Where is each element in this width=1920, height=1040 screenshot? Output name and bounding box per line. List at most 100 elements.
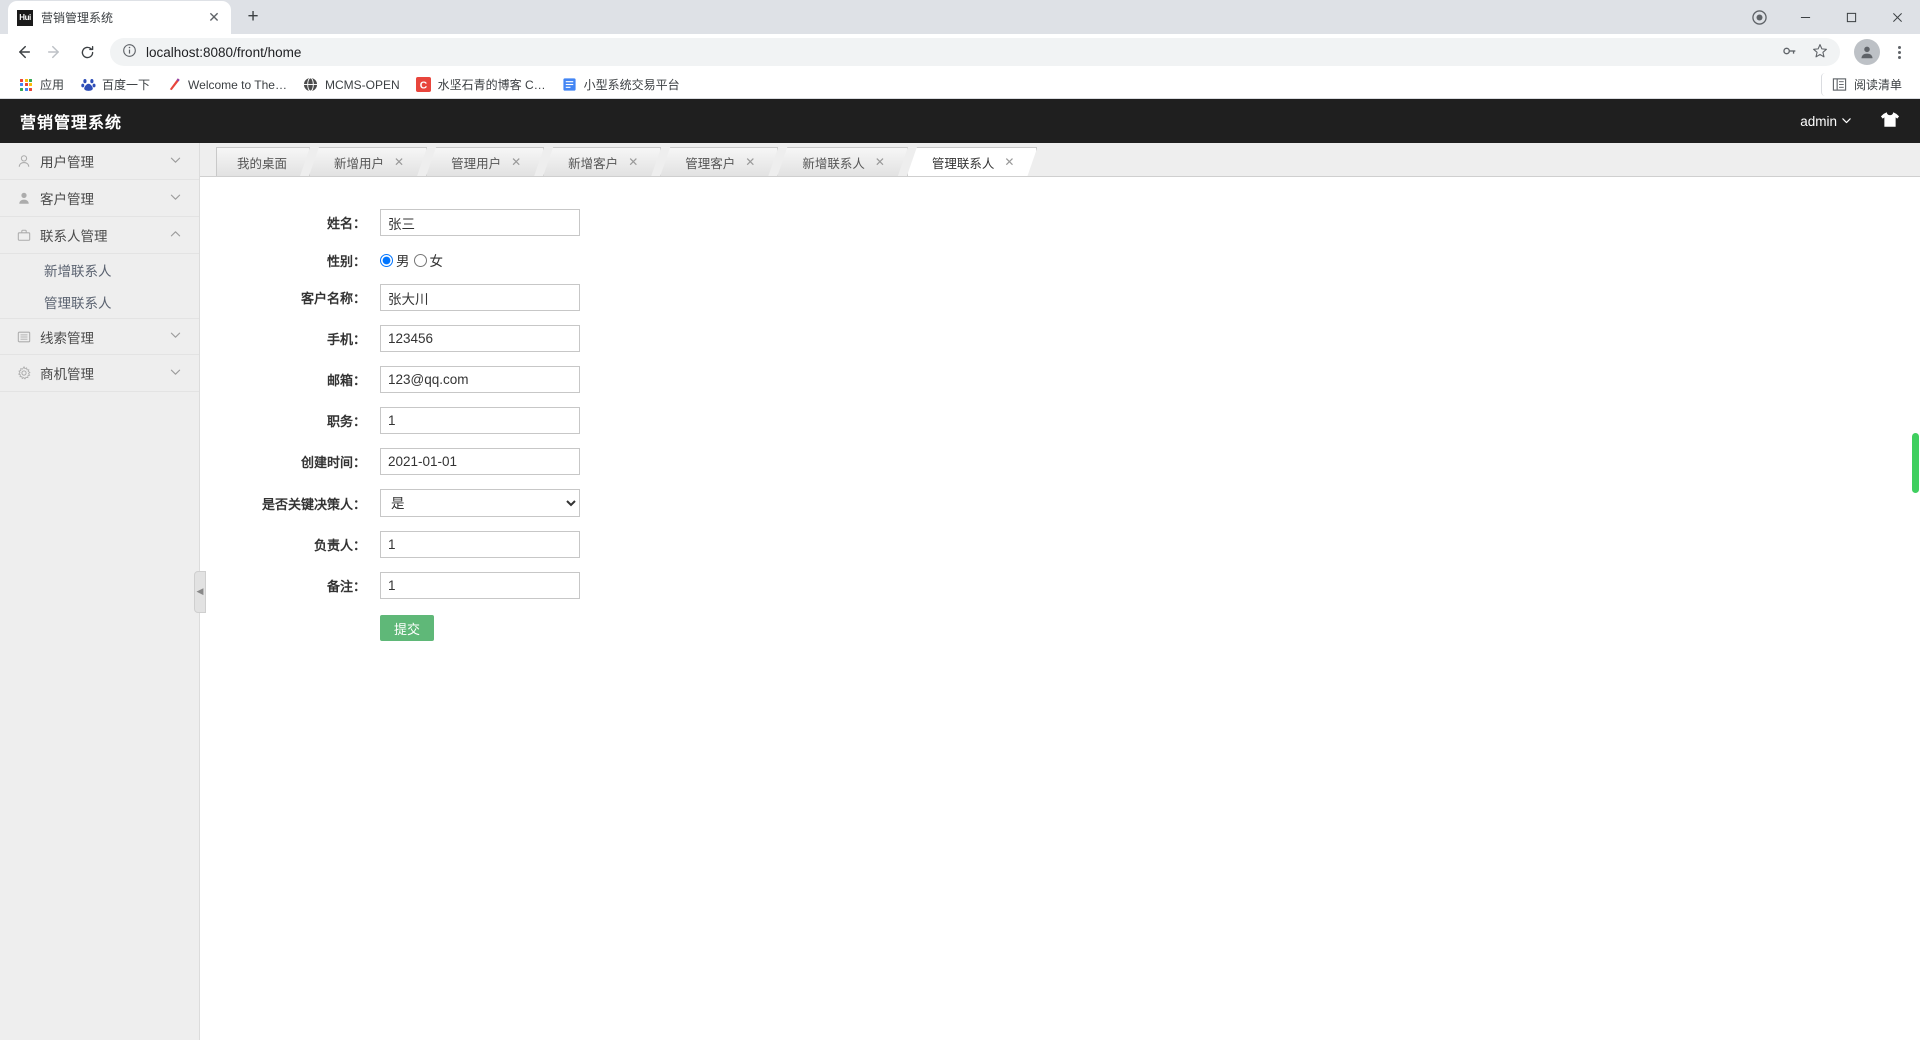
- user-menu[interactable]: admin: [1800, 114, 1852, 129]
- reading-list-button[interactable]: 阅读清单: [1820, 73, 1910, 96]
- contact-form: 姓名： 性别： 男 女: [200, 177, 1920, 641]
- form-row-gender: 性别： 男 女: [200, 250, 1920, 270]
- submit-button[interactable]: 提交: [380, 615, 435, 641]
- gender-field[interactable]: 男 女: [380, 250, 443, 270]
- browser-tab[interactable]: Hui 营销管理系统 ✕: [8, 1, 231, 34]
- gender-option-label: 男: [396, 254, 410, 269]
- tab-label: 管理联系人: [931, 156, 995, 171]
- gender-option-female[interactable]: 女: [413, 250, 444, 270]
- chevron-down-icon: [170, 156, 181, 167]
- sidebar: 用户管理 客户管理 联系人管理 新增联系人 管理联系人 线索管理 商机管理: [0, 143, 200, 1040]
- favicon-icon: Hui: [17, 9, 33, 26]
- email-field[interactable]: [380, 366, 580, 393]
- tab-manage-customer[interactable]: 管理客户 ✕: [660, 147, 778, 176]
- field-label: 备注：: [326, 579, 366, 594]
- bookmarks-bar: 应用 百度一下 Welcome to The… MCMS-OPEN C 水坚石青…: [0, 71, 1920, 99]
- address-bar[interactable]: localhost:8080/front/home: [110, 38, 1840, 66]
- sidebar-item-contact-management[interactable]: 联系人管理: [0, 217, 199, 254]
- page-scrollbar-thumb[interactable]: [1912, 433, 1919, 493]
- browser-menu-icon[interactable]: [1886, 39, 1912, 65]
- tab-add-user[interactable]: 新增用户 ✕: [309, 147, 427, 176]
- chevron-down-icon: [1841, 114, 1852, 129]
- sidebar-item-opportunity-management[interactable]: 商机管理: [0, 355, 199, 392]
- sidebar-subitem-add-contact[interactable]: 新增联系人: [0, 254, 199, 286]
- sidebar-collapse-handle[interactable]: ◀: [194, 570, 206, 613]
- create-time-field[interactable]: [380, 448, 580, 475]
- field-label: 姓名：: [326, 216, 366, 231]
- close-icon[interactable]: ✕: [1004, 155, 1014, 169]
- profile-avatar[interactable]: [1854, 39, 1880, 65]
- forward-icon[interactable]: [40, 37, 70, 67]
- pencil-icon: [166, 77, 182, 93]
- name-field[interactable]: [380, 209, 580, 236]
- remark-field[interactable]: [380, 572, 580, 599]
- minimize-button[interactable]: [1782, 1, 1828, 34]
- bookmark-baidu[interactable]: 百度一下: [72, 73, 158, 96]
- form-row-email: 邮箱：: [200, 366, 1920, 393]
- close-icon[interactable]: ✕: [206, 9, 222, 26]
- owner-field[interactable]: [380, 531, 580, 558]
- sidebar-item-user-management[interactable]: 用户管理: [0, 143, 199, 180]
- app-logo: 营销管理系统: [20, 115, 123, 132]
- baidu-icon: [80, 77, 96, 93]
- close-icon[interactable]: ✕: [394, 155, 404, 169]
- sidebar-item-label: 商机管理: [40, 367, 94, 382]
- bookmark-label: 百度一下: [102, 78, 151, 92]
- site-info-icon[interactable]: [122, 43, 137, 61]
- form-row-owner: 负责人：: [200, 531, 1920, 558]
- form-row-customer-name: 客户名称：: [200, 284, 1920, 311]
- bookmark-mcms-open[interactable]: MCMS-OPEN: [295, 74, 408, 96]
- bookmark-apps[interactable]: 应用: [10, 73, 72, 96]
- customer-name-field[interactable]: [380, 284, 580, 311]
- sidebar-item-customer-management[interactable]: 客户管理: [0, 180, 199, 217]
- sidebar-item-lead-management[interactable]: 线索管理: [0, 318, 199, 355]
- bookmark-label: 水坚石青的博客 C…: [437, 78, 546, 92]
- record-icon[interactable]: [1736, 1, 1782, 34]
- field-label: 性别：: [326, 253, 366, 269]
- close-icon[interactable]: ✕: [511, 155, 521, 169]
- bookmark-trading-platform[interactable]: 小型系统交易平台: [554, 73, 688, 96]
- csdn-icon: C: [416, 77, 432, 93]
- sidebar-item-label: 线索管理: [40, 330, 94, 346]
- globe-icon: [303, 77, 319, 93]
- tab-manage-contact[interactable]: 管理联系人 ✕: [907, 147, 1038, 176]
- key-decision-maker-field[interactable]: 是 否: [380, 489, 580, 517]
- theme-shirt-icon[interactable]: [1880, 111, 1900, 132]
- bookmark-welcome[interactable]: Welcome to The…: [158, 74, 295, 96]
- sidebar-subitem-label: 管理联系人: [44, 296, 112, 311]
- maximize-button[interactable]: [1828, 1, 1874, 34]
- password-key-icon[interactable]: [1782, 43, 1798, 62]
- reload-icon[interactable]: [72, 37, 102, 67]
- form-row-position: 职务：: [200, 407, 1920, 434]
- window-controls: [1736, 1, 1920, 34]
- close-icon[interactable]: ✕: [875, 155, 885, 169]
- bookmark-star-icon[interactable]: [1812, 43, 1828, 62]
- close-window-button[interactable]: [1874, 1, 1920, 34]
- sidebar-subitem-manage-contact[interactable]: 管理联系人: [0, 286, 199, 318]
- phone-field[interactable]: [380, 325, 580, 352]
- gender-radio-female[interactable]: [413, 253, 427, 267]
- tab-add-contact[interactable]: 新增联系人 ✕: [777, 147, 908, 176]
- gear-icon: [16, 366, 31, 381]
- sidebar-subitem-label: 新增联系人: [44, 264, 112, 279]
- gender-option-male[interactable]: 男: [380, 250, 410, 270]
- field-label: 是否关键决策人：: [261, 496, 366, 512]
- close-icon[interactable]: ✕: [628, 155, 638, 169]
- back-icon[interactable]: [8, 37, 38, 67]
- tab-manage-user[interactable]: 管理用户 ✕: [426, 147, 544, 176]
- reading-list-icon: [1832, 77, 1848, 93]
- tab-my-desktop[interactable]: 我的桌面: [216, 147, 310, 176]
- browser-tab-title: 营销管理系统: [41, 11, 114, 25]
- close-icon[interactable]: ✕: [745, 155, 755, 169]
- bookmark-csdn-blog[interactable]: C 水坚石青的博客 C…: [408, 73, 554, 96]
- new-tab-button[interactable]: +: [239, 3, 267, 31]
- app-header: 营销管理系统 admin: [0, 99, 1920, 143]
- position-field[interactable]: [380, 407, 580, 434]
- gender-option-label: 女: [429, 254, 444, 269]
- tab-add-customer[interactable]: 新增客户 ✕: [543, 147, 661, 176]
- app-tab-bar: 我的桌面 新增用户 ✕ 管理用户 ✕ 新增客户 ✕ 管理客户 ✕ 新增联系人 ✕…: [200, 143, 1920, 177]
- chevron-up-icon: [170, 230, 181, 241]
- gender-radio-male[interactable]: [380, 253, 393, 267]
- chevron-down-icon: [170, 331, 181, 342]
- briefcase-icon: [16, 228, 31, 243]
